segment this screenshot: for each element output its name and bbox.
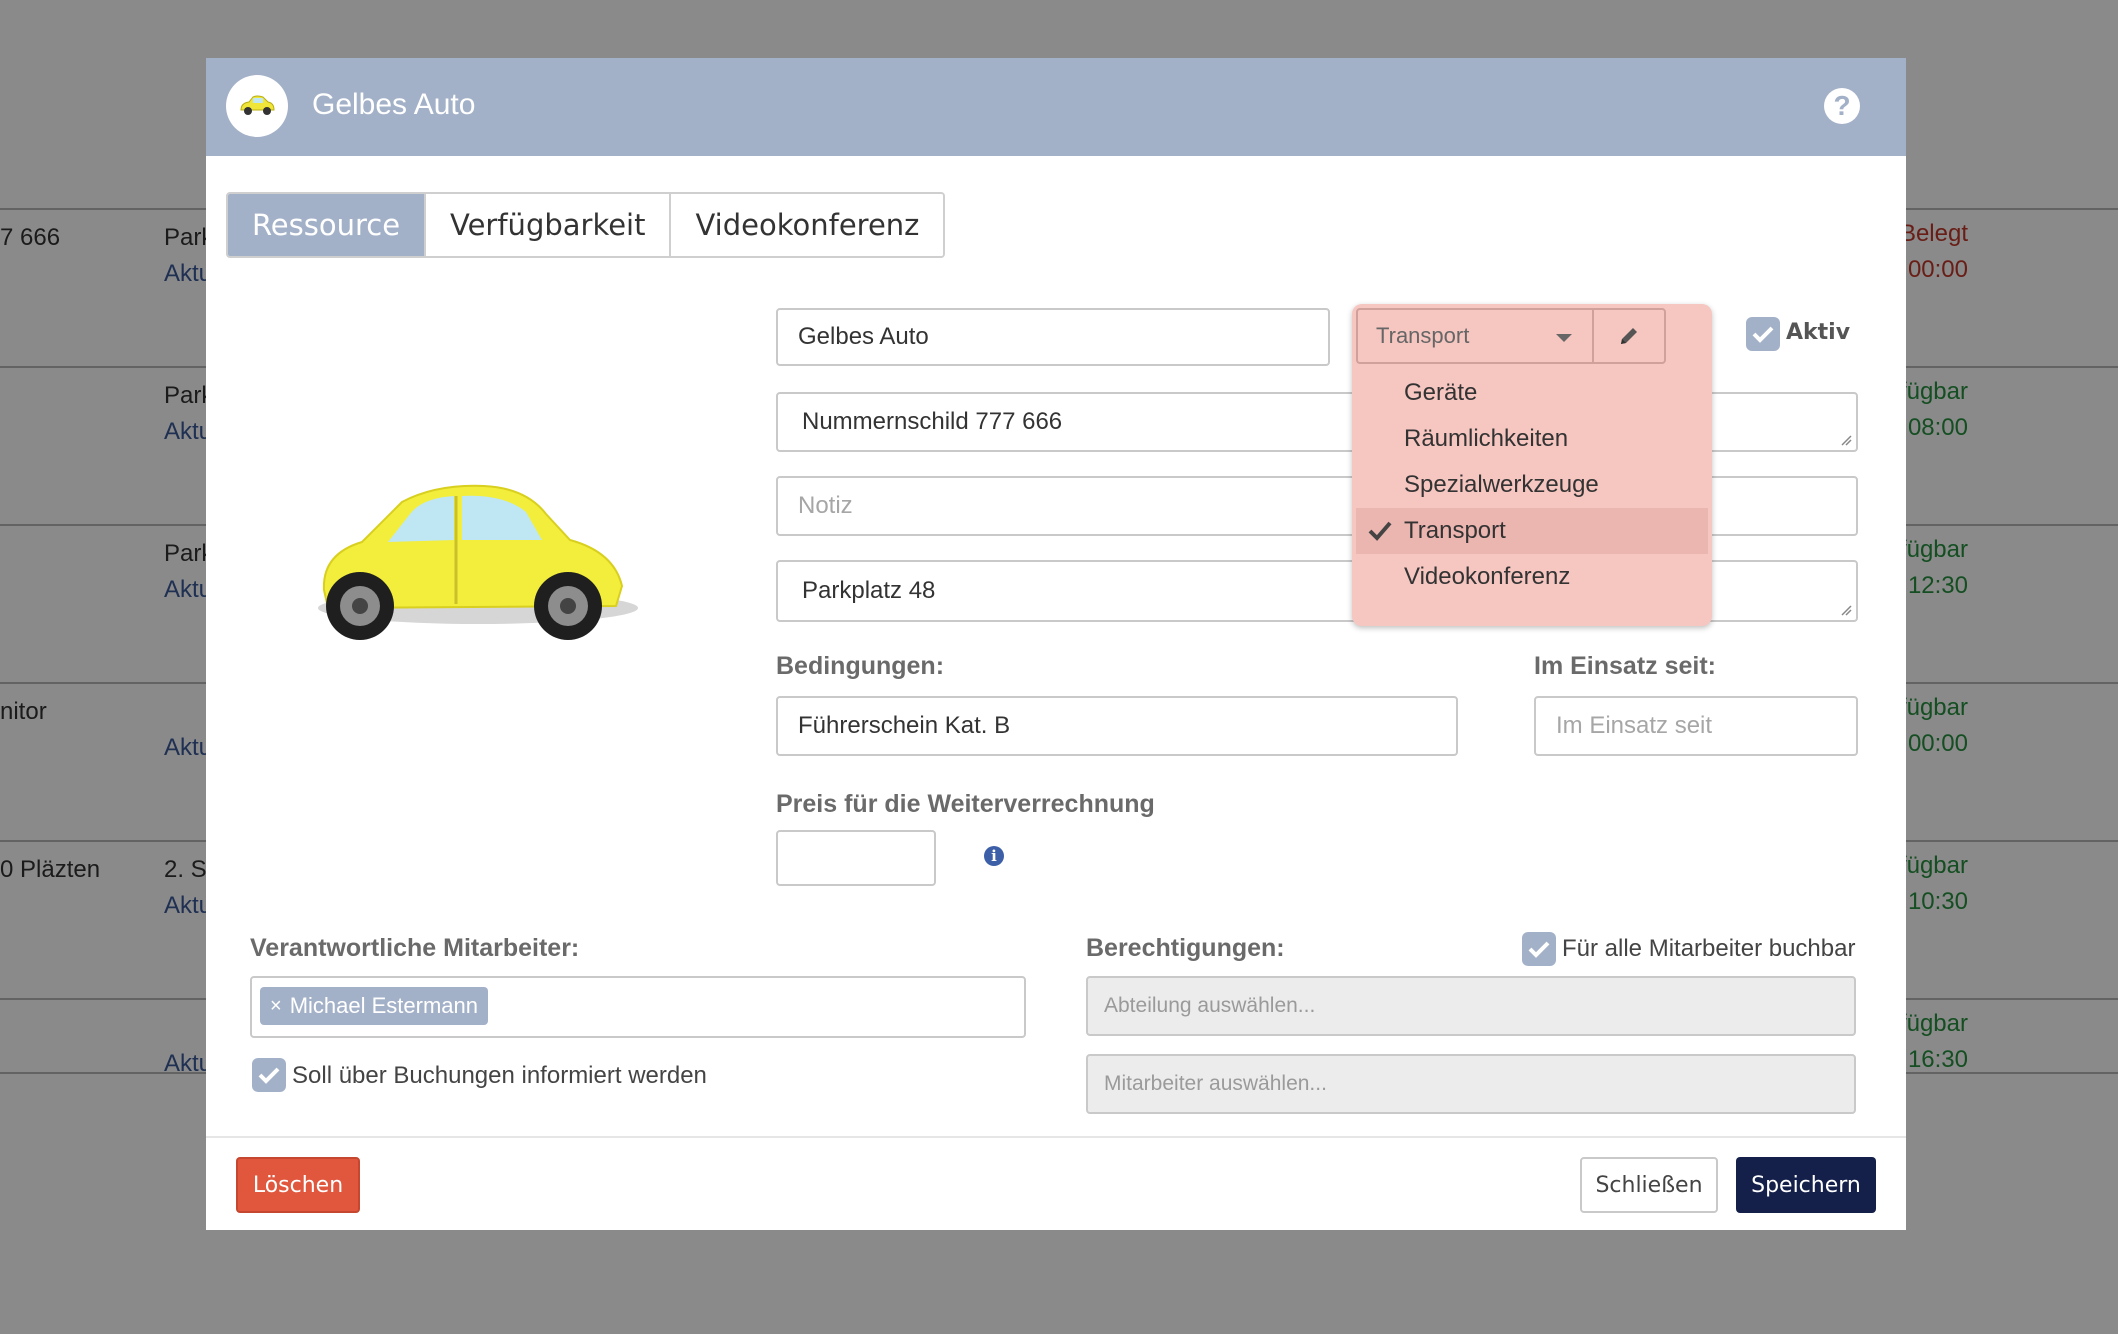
resource-dialog: Gelbes Auto ? Ressource Verfügbarkeit Vi…	[206, 58, 1906, 1230]
category-option-transport[interactable]: Transport	[1356, 508, 1708, 554]
conditions-label: Bedingungen:	[776, 652, 945, 680]
check-icon	[1528, 941, 1550, 958]
category-select[interactable]: Transport	[1356, 308, 1592, 364]
check-icon	[258, 1067, 280, 1084]
footer-divider	[206, 1136, 1906, 1138]
active-checkbox[interactable]	[1746, 317, 1780, 351]
remove-tag-icon[interactable]: ×	[270, 995, 282, 1018]
conditions-input[interactable]: Führerschein Kat. B	[776, 696, 1458, 756]
employee-tag: × Michael Estermann	[260, 987, 488, 1025]
bookable-for-all-label: Für alle Mitarbeiter buchbar	[1562, 935, 1856, 962]
edit-category-button[interactable]	[1592, 308, 1666, 364]
in-use-since-label: Im Einsatz seit:	[1534, 652, 1716, 680]
category-menu: Geräte Räumlichkeiten Spezialwerkzeuge T…	[1356, 370, 1708, 600]
category-option-label: Spezialwerkzeuge	[1404, 471, 1599, 498]
delete-button[interactable]: Löschen	[236, 1157, 360, 1213]
price-input[interactable]	[776, 830, 936, 886]
bookable-for-all-checkbox[interactable]	[1522, 932, 1556, 966]
price-label: Preis für die Weiterverrechnung	[776, 790, 1155, 818]
tab-ressource[interactable]: Ressource	[228, 194, 426, 256]
note-placeholder: Notiz	[798, 492, 853, 519]
description-value: Nummernschild 777 666	[802, 408, 1063, 435]
department-placeholder: Abteilung auswählen...	[1104, 994, 1316, 1017]
category-option-spezialwerkzeuge[interactable]: Spezialwerkzeuge	[1356, 462, 1708, 508]
employee-placeholder: Mitarbeiter auswählen...	[1104, 1072, 1327, 1095]
department-select[interactable]: Abteilung auswählen...	[1086, 976, 1856, 1036]
info-circle-icon[interactable]: i	[984, 846, 1004, 866]
category-option-geraete[interactable]: Geräte	[1356, 370, 1708, 416]
in-use-since-input[interactable]: Im Einsatz seit	[1534, 696, 1858, 756]
category-option-label: Transport	[1404, 517, 1506, 544]
car-icon	[226, 75, 288, 137]
resource-image[interactable]	[306, 458, 646, 698]
resize-handle-icon[interactable]	[1840, 434, 1852, 446]
in-use-since-placeholder: Im Einsatz seit	[1556, 712, 1713, 739]
permissions-label: Berechtigungen:	[1086, 934, 1285, 962]
category-selected-value: Transport	[1376, 323, 1470, 348]
active-label: Aktiv	[1786, 320, 1851, 345]
employee-select[interactable]: Mitarbeiter auswählen...	[1086, 1054, 1856, 1114]
category-option-label: Videokonferenz	[1404, 563, 1571, 590]
pencil-icon	[1621, 328, 1637, 344]
category-option-label: Räumlichkeiten	[1404, 425, 1569, 452]
employee-tag-label: Michael Estermann	[289, 993, 478, 1018]
notify-label: Soll über Buchungen informiert werden	[292, 1062, 707, 1089]
close-button[interactable]: Schließen	[1580, 1157, 1718, 1213]
category-dropdown-panel: Transport Geräte Räumlichkeiten Spezialw…	[1352, 304, 1712, 626]
resource-name-value: Gelbes Auto	[798, 323, 929, 350]
category-option-videokonferenz[interactable]: Videokonferenz	[1356, 554, 1708, 600]
tab-verfuegbarkeit[interactable]: Verfügbarkeit	[426, 194, 672, 256]
caret-down-icon	[1556, 334, 1572, 342]
dialog-title: Gelbes Auto	[312, 88, 476, 121]
notify-checkbox[interactable]	[252, 1058, 286, 1092]
resource-name-input[interactable]: Gelbes Auto	[776, 308, 1330, 366]
check-icon	[1752, 326, 1774, 343]
save-button[interactable]: Speichern	[1736, 1157, 1876, 1213]
question-circle-icon[interactable]: ?	[1824, 88, 1860, 124]
car-illustration	[318, 484, 638, 640]
category-option-raeumlichkeiten[interactable]: Räumlichkeiten	[1356, 416, 1708, 462]
location-value: Parkplatz 48	[802, 577, 936, 604]
checkmark-icon	[1368, 521, 1392, 541]
dialog-tabs: Ressource Verfügbarkeit Videokonferenz	[226, 192, 946, 258]
resize-handle-icon[interactable]	[1840, 604, 1852, 616]
conditions-value: Führerschein Kat. B	[798, 712, 1011, 739]
responsible-employees-label: Verantwortliche Mitarbeiter:	[250, 934, 580, 962]
tab-videokonferenz[interactable]: Videokonferenz	[671, 194, 944, 256]
dialog-header: Gelbes Auto ?	[206, 58, 1906, 156]
category-option-label: Geräte	[1404, 379, 1478, 406]
